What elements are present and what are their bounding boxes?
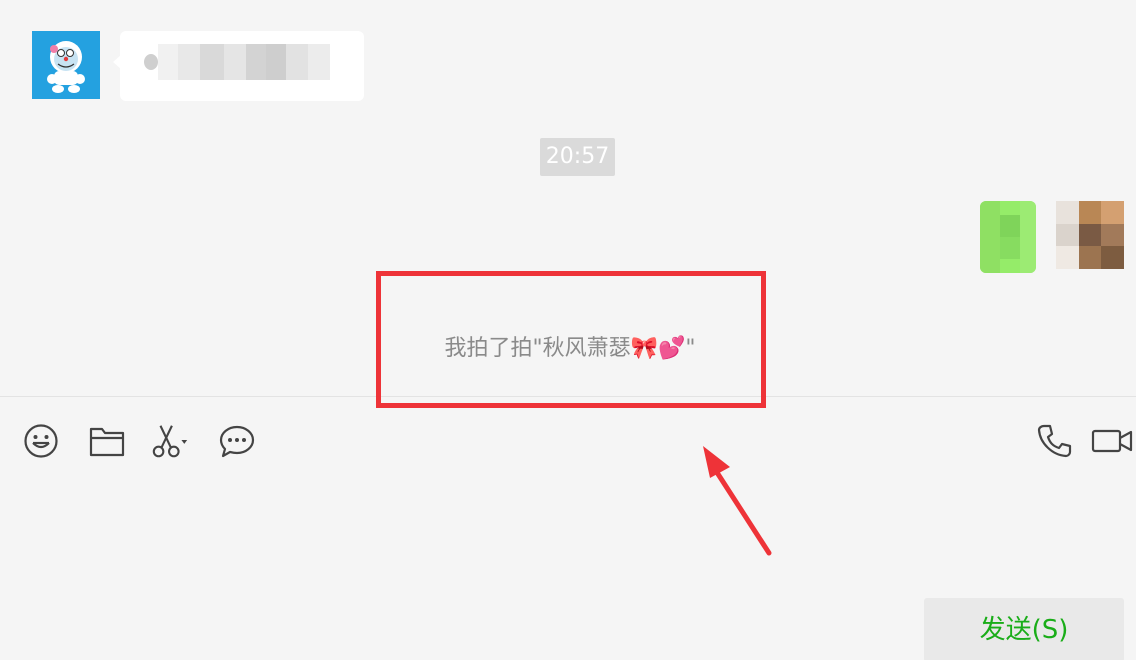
- message-timestamp: 20:57: [540, 138, 615, 176]
- redacted-message-text: [140, 40, 360, 84]
- chat-window: 20:57 我拍了拍"秋风萧瑟🎀💕" 发送(S): [0, 0, 1136, 660]
- send-button[interactable]: 发送(S): [924, 598, 1124, 660]
- outgoing-message-bubble[interactable]: [980, 201, 1036, 273]
- annotation-arrow: [703, 446, 772, 556]
- folder-icon[interactable]: [87, 421, 127, 461]
- video-camera-icon[interactable]: [1090, 421, 1134, 461]
- my-avatar[interactable]: [1056, 201, 1124, 269]
- highlight-box: [376, 271, 766, 408]
- phone-icon[interactable]: [1034, 421, 1074, 461]
- chat-bubble-icon[interactable]: [217, 421, 257, 461]
- message-input[interactable]: [0, 470, 1136, 590]
- contact-avatar[interactable]: [32, 31, 100, 99]
- emoji-icon[interactable]: [21, 421, 61, 461]
- scissors-icon[interactable]: [150, 421, 190, 461]
